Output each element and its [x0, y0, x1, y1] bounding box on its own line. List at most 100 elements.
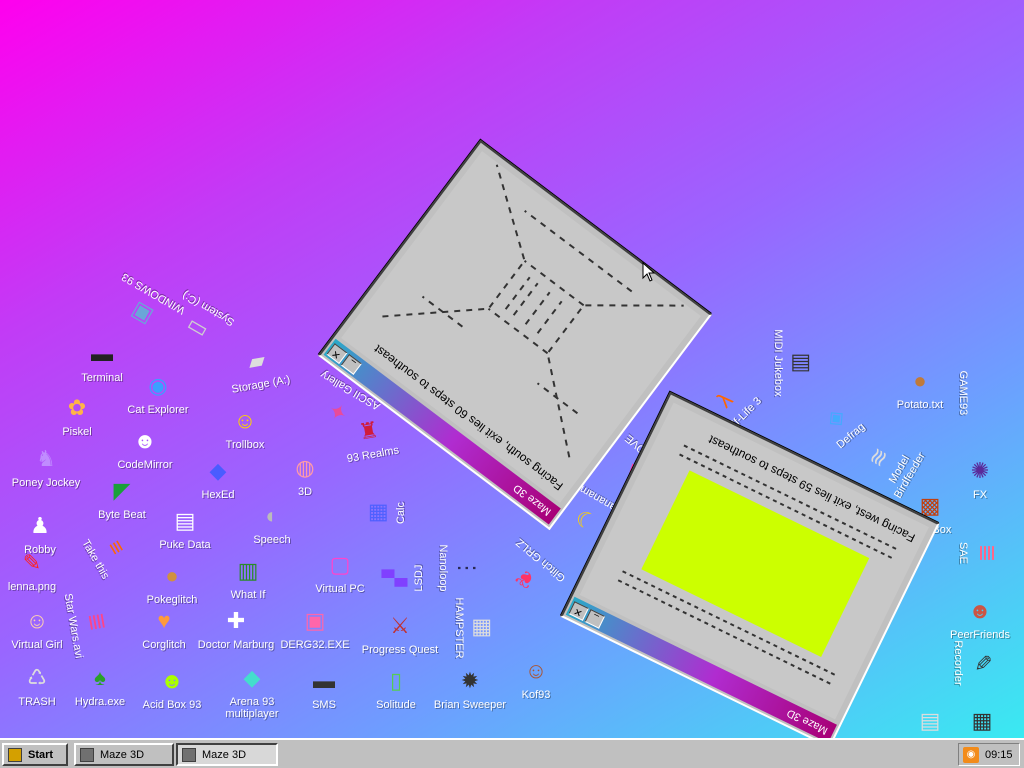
desktop-icon[interactable]: ▥ What If [208, 555, 288, 601]
app-icon: ▥ [790, 352, 815, 374]
app-icon: ✹ [460, 668, 480, 693]
desktop-icon-label: Poney Jockey [11, 477, 81, 489]
taskbar: Start Maze 3D Maze 3D ◉ 09:15 [0, 738, 1024, 768]
app-icon: ✚ [226, 608, 246, 633]
app-icon: ◍ [295, 455, 315, 480]
rss-icon[interactable]: ◉ [963, 746, 979, 763]
desktop-icon[interactable]: ▣ DERG32.EXE [275, 605, 355, 651]
desktop-icon-label: lenna.png [7, 581, 57, 593]
desktop-icon-label: Puke Data [159, 539, 211, 551]
desktop-icon-label: Potato.txt [896, 399, 944, 411]
desktop-icon[interactable]: ☻ CodeMirror [105, 425, 185, 471]
desktop-icon[interactable]: ▦ HAMPSTER [453, 588, 499, 668]
app-icon: ● [913, 368, 927, 393]
desktop-icon-label: Nanoloop [437, 544, 449, 592]
app-icon: ✿ [67, 395, 87, 420]
app-icon: ♺ [27, 665, 47, 690]
app-icon: ▬ [313, 668, 335, 693]
app-icon: ▦ [364, 502, 389, 524]
desktop-icon[interactable]: ✎ Recorder [952, 623, 998, 703]
desktop-icon[interactable]: ♞ Poney Jockey [6, 443, 86, 489]
desktop-icon[interactable]: ♠ Hydra.exe [60, 662, 140, 708]
desktop-icon-label: CodeMirror [117, 459, 173, 471]
desktop-icon-label: TRASH [18, 696, 56, 708]
desktop-icon-label: Hydra.exe [74, 696, 126, 708]
app-icon: ◤ [113, 478, 131, 503]
desktop-icon-label: 93 Realms [346, 444, 400, 466]
desktop-icon-label: HexEd [201, 489, 235, 501]
app-icon: ▞ [382, 569, 407, 587]
desktop-icon[interactable]: ✎ lenna.png [0, 547, 72, 593]
maze-icon [182, 747, 196, 762]
desktop-icon[interactable]: ◉ Cat Explorer [118, 370, 198, 416]
app-icon: ✎ [970, 653, 995, 673]
desktop-icon-label: Solitude [376, 699, 416, 711]
desktop-icon-label: Recorder [952, 640, 964, 686]
system-tray: ◉ 09:15 [958, 743, 1020, 766]
desktop-icon[interactable]: ● Pokeglitch [132, 560, 212, 606]
app-icon: ▬ [91, 341, 113, 366]
desktop-icon[interactable]: ▬ SMS [284, 665, 364, 711]
desktop-icon[interactable]: ◐ Speech [232, 500, 312, 546]
start-button[interactable]: Start [2, 743, 68, 766]
desktop-icon[interactable]: ◆ Arena 93 multiplayer [212, 662, 292, 720]
desktop: ▣ WINDOWS 93 ▭ System (C:) ▬ Terminal ▰ Storage… [0, 0, 1024, 738]
desktop-icon-label: Speech [253, 534, 291, 546]
app-icon: ♜ [356, 416, 381, 445]
desktop-icon-label: SMS [312, 699, 336, 711]
maze-icon [80, 747, 94, 762]
desktop-icon[interactable]: ◆ HexEd [178, 455, 258, 501]
desktop-icon-label: LSDJ [413, 564, 425, 592]
app-icon: ≣ [975, 543, 1000, 563]
app-icon: ✎ [22, 550, 42, 575]
app-icon: ● [165, 563, 179, 588]
desktop-icon-label: Virtual Girl [11, 639, 63, 651]
desktop-icon[interactable]: ▞ LSDJ [379, 538, 425, 618]
desktop-icon-label: Progress Quest [361, 644, 439, 656]
app-icon: ◐ [265, 503, 279, 528]
app-icon: ♠ [94, 665, 106, 690]
desktop-icon-label: DERG32.EXE [280, 639, 350, 651]
desktop-icon[interactable]: ▯ Solitude [356, 665, 436, 711]
desktop-icon[interactable]: ☺ Virtual Girl [0, 605, 77, 651]
app-icon: ☺ [233, 408, 257, 433]
app-icon: ♞ [36, 446, 56, 471]
app-icon: ▦ [971, 708, 993, 733]
taskbar-button-maze3d-2[interactable]: Maze 3D [176, 743, 278, 766]
app-icon: ▥ [237, 558, 259, 583]
desktop-icon-label: Cat Explorer [127, 404, 189, 416]
desktop-icon-label: Trollbox [225, 439, 265, 451]
desktop-icon[interactable]: GAME93 [957, 353, 1003, 433]
app-icon: ☻ [133, 428, 157, 453]
app-icon: ◆ [209, 458, 227, 483]
desktop-icon[interactable]: ▤ Puke Data [145, 505, 225, 551]
desktop-icon[interactable]: ≣ SAE [957, 513, 1003, 593]
desktop-icon-label: HAMPSTER [453, 597, 465, 659]
mouse-cursor-icon [642, 262, 656, 282]
desktop-icon[interactable]: ✚ Doctor Marburg [196, 605, 276, 651]
taskbar-button-label: Maze 3D [202, 748, 247, 761]
app-icon: ⋮ [455, 557, 480, 579]
desktop-icon-label: Calc [395, 502, 407, 525]
desktop-icon[interactable]: ▥ MIDI Jukebox [772, 323, 818, 403]
start-label: Start [28, 748, 54, 761]
app-icon: ≣ [83, 610, 112, 633]
desktop-icon[interactable]: ● Potato.txt [880, 365, 960, 411]
desktop-icon[interactable]: ▦Maze [942, 705, 1022, 738]
desktop-icon[interactable]: ◍ 3D [265, 452, 345, 498]
desktop-icon-label: What If [230, 589, 266, 601]
app-icon: ▰ [246, 346, 268, 375]
desktop-icon-label: Acid Box 93 [142, 699, 202, 711]
desktop-icon[interactable]: ☻ Acid Box 93 [132, 665, 212, 711]
desktop-icon-label: FX [972, 489, 988, 501]
desktop-icon[interactable]: ☺ Kof93 [496, 655, 576, 701]
desktop-icon[interactable]: ▢ Virtual PC [300, 549, 380, 595]
desktop-icon-label: Piskel [62, 426, 92, 438]
desktop-icon-label: Virtual PC [315, 583, 365, 595]
taskbar-button-maze3d-1[interactable]: Maze 3D [74, 743, 174, 766]
desktop-icon[interactable]: ♥ Corglitch [124, 605, 204, 651]
desktop-icon[interactable]: ☺ Trollbox [205, 405, 285, 451]
taskbar-button-label: Maze 3D [100, 748, 145, 761]
desktop-icon[interactable]: ⚔ Progress Quest [360, 610, 440, 656]
app-icon: ▦ [471, 617, 496, 639]
